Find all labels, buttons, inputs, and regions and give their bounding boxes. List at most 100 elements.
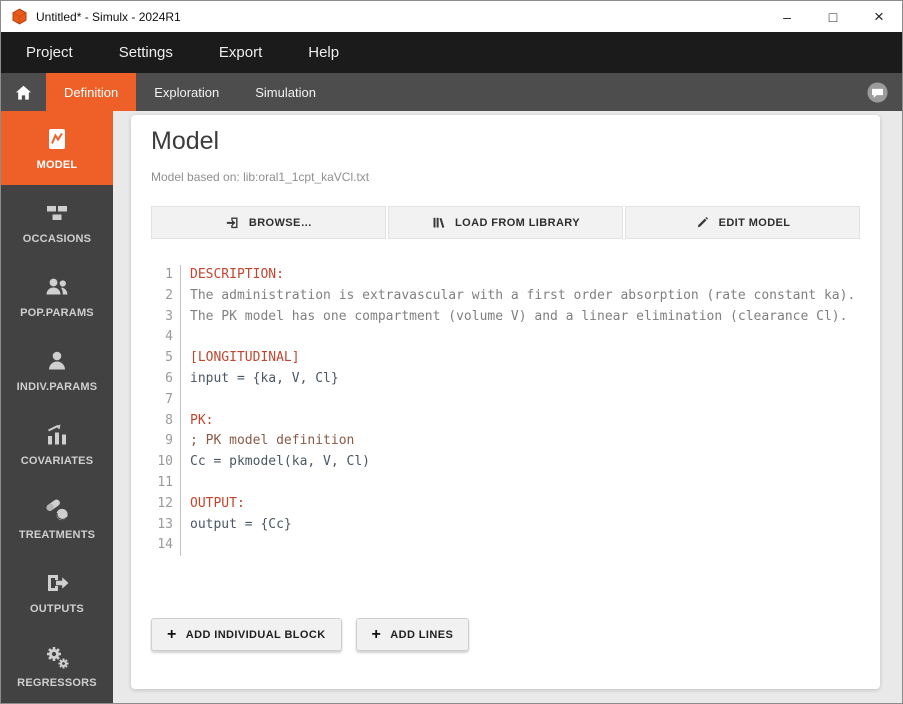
tab-label: Definition xyxy=(64,84,119,100)
browse-button[interactable]: BROWSE… xyxy=(151,206,386,239)
add-individual-block-button[interactable]: + ADD INDIVIDUAL BLOCK xyxy=(151,618,342,652)
code-line: 14 xyxy=(151,535,860,557)
sidebar-item-label: OUTPUTS xyxy=(30,602,84,615)
sidebar-item-regressors[interactable]: REGRESSORS xyxy=(1,629,113,703)
model-toolbar: BROWSE… LOAD FROM LIBRARY EDIT MODEL xyxy=(151,206,860,239)
simulx-window: { "window": { "title": "Untitled* - Simu… xyxy=(0,0,903,704)
menu-item-project[interactable]: Project xyxy=(3,32,96,73)
line-number: 7 xyxy=(151,389,181,411)
sidebar-item-label: REGRESSORS xyxy=(17,676,97,689)
tabbar: Definition Exploration Simulation xyxy=(1,73,902,111)
line-number: 6 xyxy=(151,368,181,390)
code-line: 6 input = {ka, V, Cl} xyxy=(151,368,860,390)
titlebar: Untitled* - Simulx - 2024R1 – □ × xyxy=(1,1,902,32)
sidebar-item-indiv-params[interactable]: INDIV.PARAMS xyxy=(1,333,113,407)
line-number: 14 xyxy=(151,535,181,557)
line-number: 13 xyxy=(151,514,181,536)
import-file-icon xyxy=(226,217,238,229)
code-line: 5 [LONGITUDINAL] xyxy=(151,348,860,369)
line-number: 11 xyxy=(151,472,181,494)
population-icon xyxy=(46,278,68,294)
sidebar-item-treatments[interactable]: TREATMENTS xyxy=(1,481,113,555)
tab-label: Exploration xyxy=(154,84,220,100)
code-line: 11 xyxy=(151,472,860,494)
plus-icon: + xyxy=(371,625,382,643)
window-controls: – □ × xyxy=(764,1,902,32)
pills-icon xyxy=(46,499,68,520)
tab-simulation[interactable]: Simulation xyxy=(237,73,334,111)
code-line-text: The administration is extravascular with… xyxy=(190,287,856,303)
sidebar-item-label: OCCASIONS xyxy=(22,232,92,245)
edit-model-button[interactable]: EDIT MODEL xyxy=(625,206,860,239)
sidebar: MODEL OCCASIONS POP.PARAMS INDIV.PARAMS xyxy=(1,111,113,703)
occasions-icon xyxy=(47,205,67,220)
sidebar-item-label: INDIV.PARAMS xyxy=(16,380,98,393)
load-from-library-button[interactable]: LOAD FROM LIBRARY xyxy=(388,206,623,239)
code-line: 13 output = {Cc} xyxy=(151,514,860,536)
edit-pencil-icon xyxy=(697,216,708,228)
code-line: 9 ; PK model definition xyxy=(151,431,860,453)
code-actions: + ADD INDIVIDUAL BLOCK + ADD LINES xyxy=(151,618,860,652)
code-line: 12 OUTPUT: xyxy=(151,493,860,515)
code-line-text: ; PK model definition xyxy=(190,433,355,449)
code-line-text: Cc = pkmodel(ka, V, Cl) xyxy=(190,454,371,470)
add-lines-button[interactable]: + ADD LINES xyxy=(355,618,470,652)
minimize-button[interactable]: – xyxy=(764,1,810,32)
menu-item-help[interactable]: Help xyxy=(285,32,362,73)
code-line-text: OUTPUT: xyxy=(190,495,245,511)
line-number: 8 xyxy=(151,410,181,432)
code-line-text: output = {Cc} xyxy=(190,516,292,532)
maximize-button[interactable]: □ xyxy=(810,1,856,32)
edit-model-button-label: EDIT MODEL xyxy=(718,216,791,229)
line-number: 10 xyxy=(151,452,181,473)
add-individual-block-label: ADD INDIVIDUAL BLOCK xyxy=(185,628,326,641)
close-button[interactable]: × xyxy=(856,1,902,32)
menu-item-settings[interactable]: Settings xyxy=(96,32,196,73)
plus-icon: + xyxy=(167,625,177,643)
library-icon xyxy=(433,217,445,228)
feedback-comment-icon[interactable] xyxy=(866,81,889,104)
model-source-text: Model based on: lib:oral1_1cpt_kaVCl.txt xyxy=(151,170,370,184)
sidebar-item-outputs[interactable]: OUTPUTS xyxy=(1,555,113,629)
code-line-text: The PK model has one compartment (volume… xyxy=(190,308,848,324)
model-card: Model Model based on: lib:oral1_1cpt_kaV… xyxy=(131,115,880,689)
browse-button-label: BROWSE… xyxy=(248,216,313,229)
code-line: 10 Cc = pkmodel(ka, V, Cl) xyxy=(151,452,860,473)
sidebar-item-label: TREATMENTS xyxy=(18,528,96,541)
line-number: 12 xyxy=(151,493,181,515)
line-number: 9 xyxy=(151,431,181,453)
sidebar-item-model[interactable]: MODEL xyxy=(1,111,113,185)
menu-item-export[interactable]: Export xyxy=(196,32,285,73)
main-area: Model Model based on: lib:oral1_1cpt_kaV… xyxy=(113,111,902,703)
sidebar-item-label: COVARIATES xyxy=(20,454,94,467)
code-line: 1 DESCRIPTION: xyxy=(151,265,860,286)
sidebar-item-occasions[interactable]: OCCASIONS xyxy=(1,185,113,259)
sidebar-item-pop-params[interactable]: POP.PARAMS xyxy=(1,259,113,333)
covariates-icon xyxy=(48,424,66,444)
code-line: 7 xyxy=(151,389,860,411)
home-tab[interactable] xyxy=(1,73,46,111)
line-number: 5 xyxy=(151,348,181,369)
code-line: 3 The PK model has one compartment (volu… xyxy=(151,306,860,328)
line-number: 3 xyxy=(151,306,181,328)
page-title: Model xyxy=(151,127,220,155)
tabbar-right xyxy=(866,73,902,111)
code-line-text: [LONGITUDINAL] xyxy=(190,350,300,366)
add-lines-label: ADD LINES xyxy=(390,628,454,641)
simulx-logo-icon xyxy=(12,8,27,25)
tab-label: Simulation xyxy=(255,84,316,100)
tab-definition[interactable]: Definition xyxy=(46,73,137,111)
model-code-editor[interactable]: 1 DESCRIPTION: 2 The administration is e… xyxy=(151,265,860,557)
code-line-text: input = {ka, V, Cl} xyxy=(190,370,339,386)
sidebar-item-label: POP.PARAMS xyxy=(20,306,94,319)
line-number: 4 xyxy=(151,327,181,349)
menubar: Project Settings Export Help xyxy=(1,32,902,73)
tab-exploration[interactable]: Exploration xyxy=(136,73,237,111)
sidebar-item-covariates[interactable]: COVARIATES xyxy=(1,407,113,481)
code-line: 2 The administration is extravascular wi… xyxy=(151,285,860,307)
model-icon xyxy=(49,128,65,149)
gears-icon xyxy=(47,646,69,668)
